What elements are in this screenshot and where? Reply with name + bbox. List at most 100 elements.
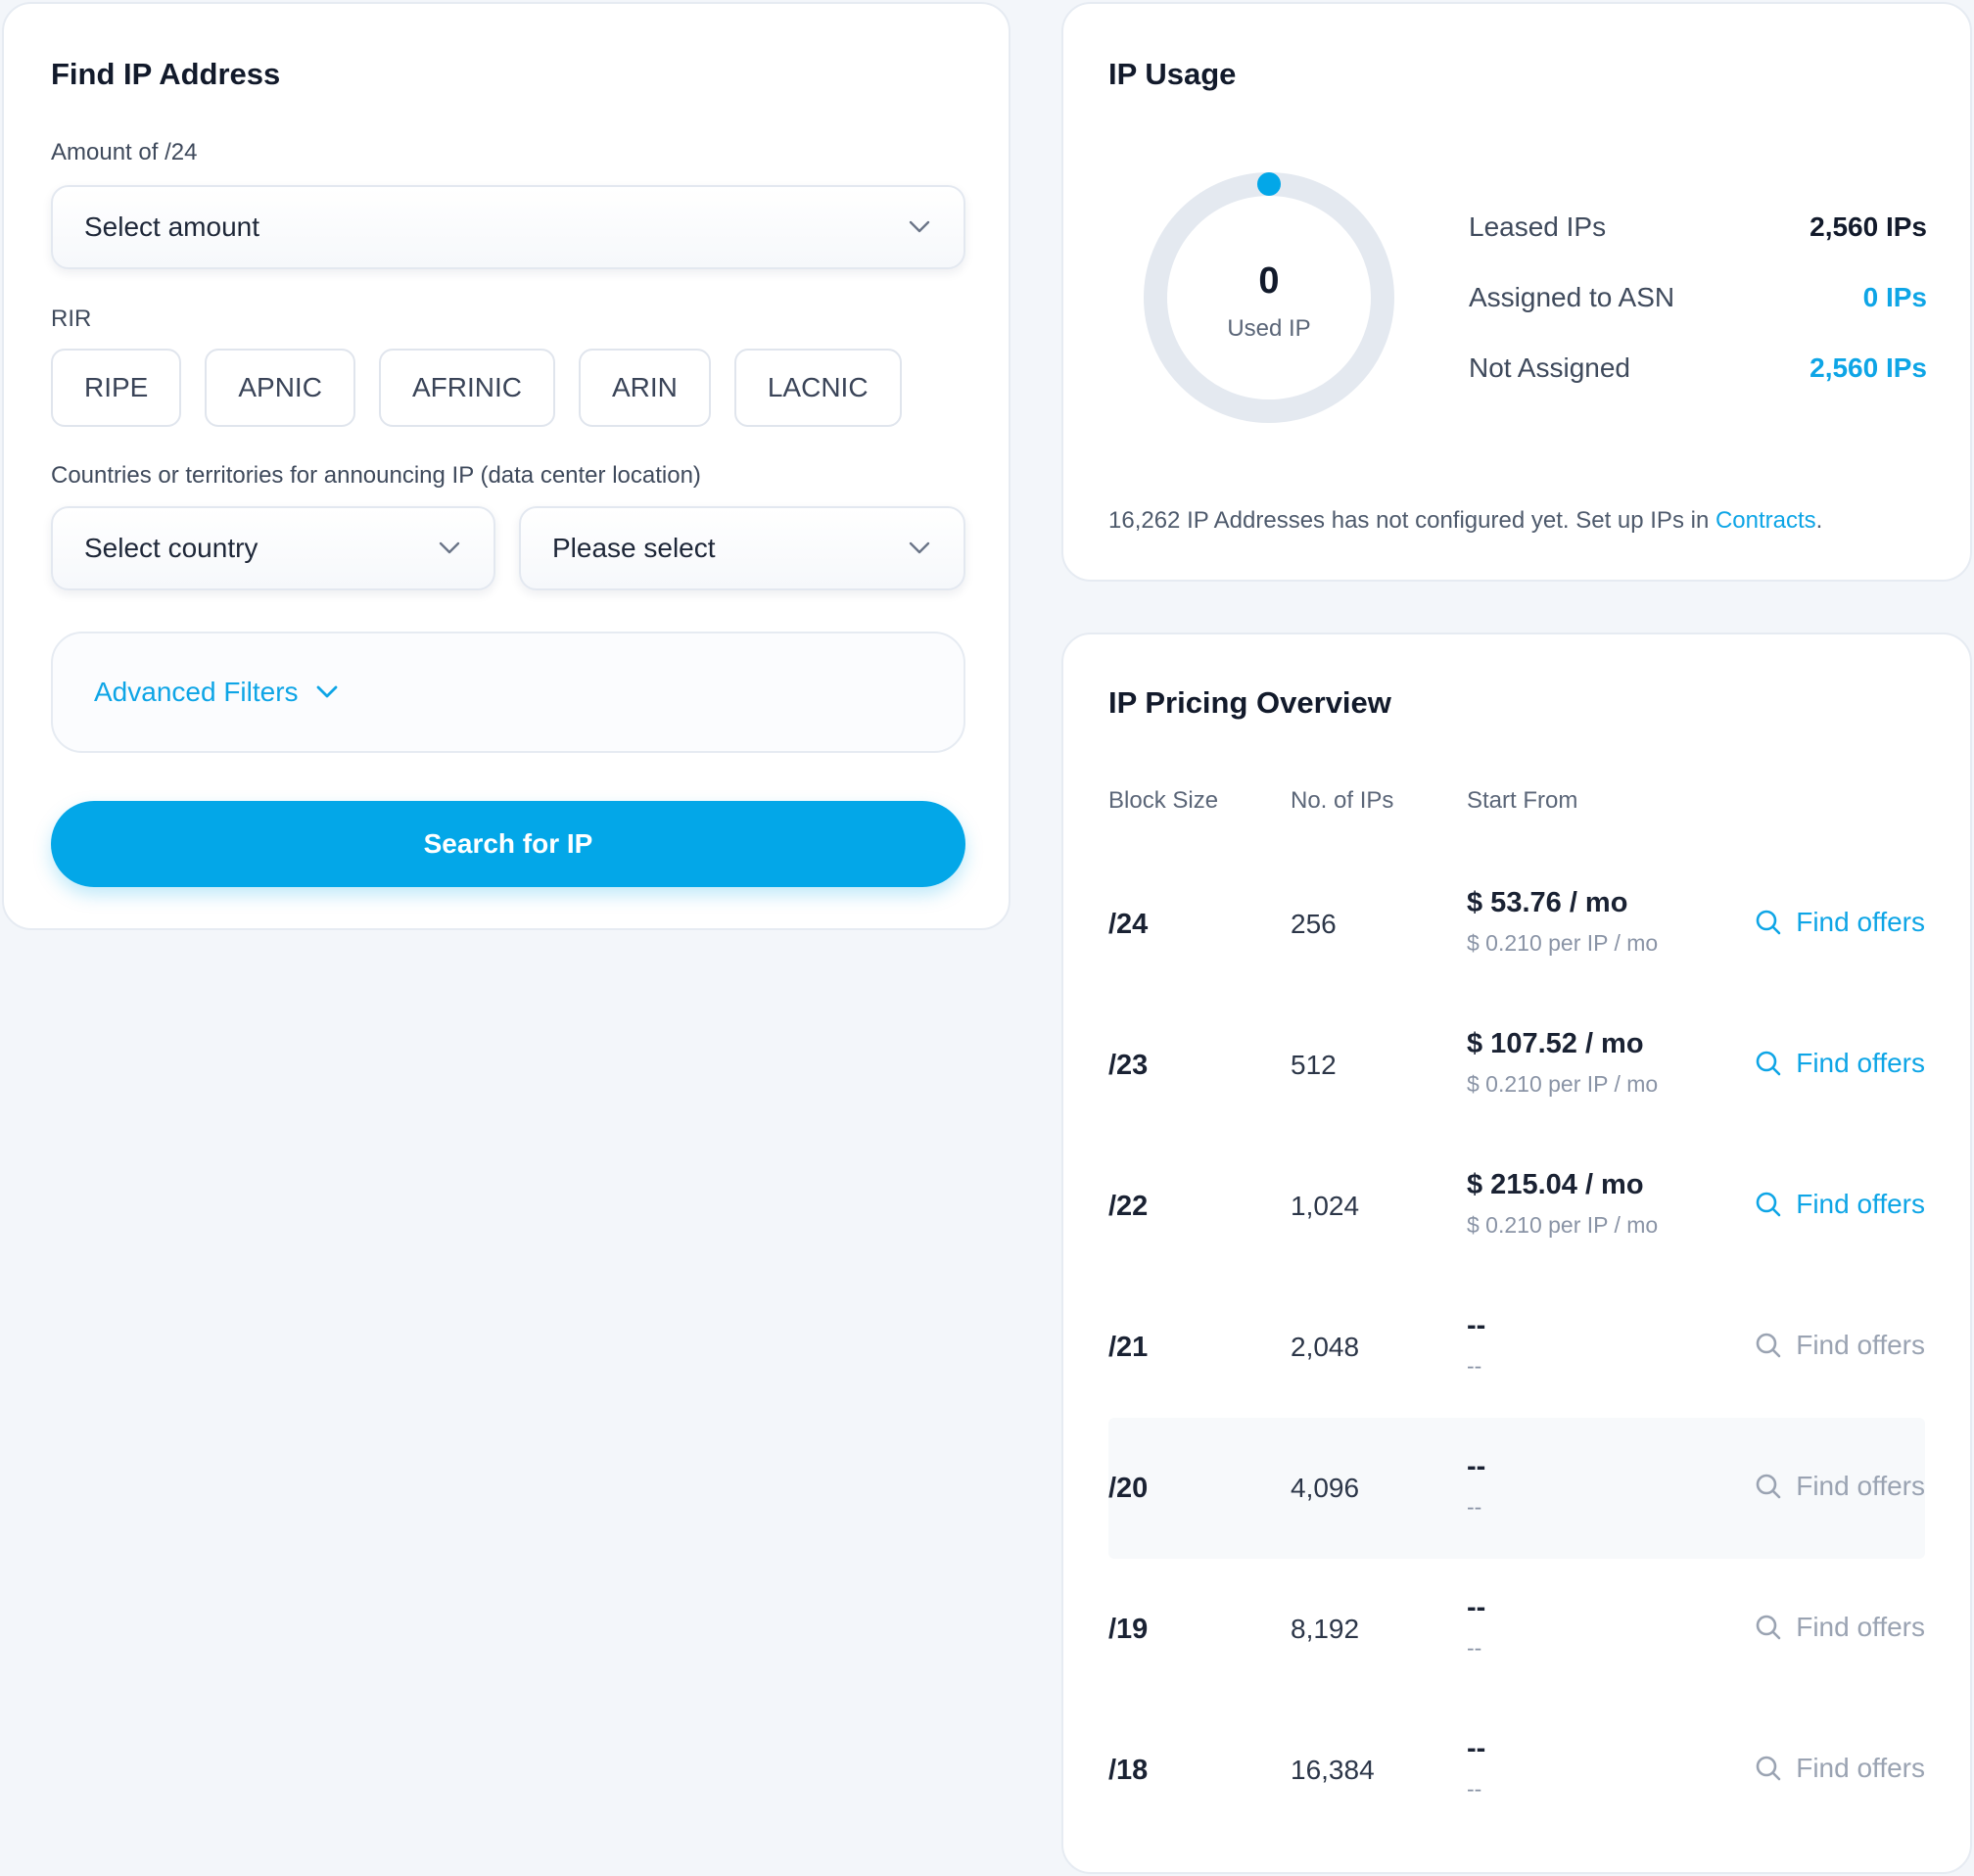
chevron-down-icon [907,536,932,561]
find-offers-link[interactable]: Find offers [1755,907,1925,938]
country-select[interactable]: Select country [51,506,495,590]
block-size: /18 [1108,1755,1149,1786]
table-row: /18 16,384 -- -- Find offers [1108,1700,1925,1841]
advanced-filters-toggle[interactable]: Advanced Filters [51,632,965,753]
search-icon [1755,1473,1782,1500]
amount-label: Amount of /24 [51,139,198,165]
price-per-ip: $ 0.210 per IP / mo [1467,1071,1659,1097]
find-offers-label: Find offers [1796,1048,1925,1078]
find-offers-link[interactable]: Find offers [1755,1330,1925,1361]
table-row: /23 512 $ 107.52 / mo $ 0.210 per IP / mo Fi… [1108,995,1925,1136]
region-select-value: Please select [552,533,716,563]
rir-option-afrinic[interactable]: AFRINIC [378,349,555,427]
stat-label: Not Assigned [1469,352,1630,383]
region-select[interactable]: Please select [519,506,965,590]
countries-label: Countries or territories for announcing … [51,462,701,489]
usage-note-end: . [1815,507,1823,534]
advanced-filters-label: Advanced Filters [94,677,299,707]
search-icon [1755,1191,1782,1218]
country-select-value: Select country [84,533,258,563]
donut-progress-marker [1257,172,1281,196]
find-offers-link[interactable]: Find offers [1755,1048,1925,1079]
search-icon [1755,1332,1782,1359]
chevron-down-icon [437,536,462,561]
used-ip-caption: Used IP [1227,315,1311,342]
start-price: -- [1467,1592,1486,1623]
find-offers-link[interactable]: Find offers [1755,1471,1925,1502]
contracts-link[interactable]: Contracts [1716,507,1816,534]
ip-usage-title: IP Usage [1108,57,1237,91]
table-row: /19 8,192 -- -- Find offers [1108,1559,1925,1700]
start-price: -- [1467,1733,1486,1764]
col-header-no-of-ips: No. of IPs [1291,787,1394,814]
start-price: -- [1467,1310,1486,1341]
start-price: $ 53.76 / mo [1467,887,1628,918]
amount-select-value: Select amount [84,211,259,242]
find-ip-card: Find IP Address Amount of /24 Select amo… [2,2,1010,930]
start-price: -- [1467,1451,1486,1482]
search-icon [1755,1050,1782,1077]
find-offers-label: Find offers [1796,1189,1925,1219]
rir-option-lacnic[interactable]: LACNIC [733,349,902,427]
find-offers-label: Find offers [1796,1330,1925,1360]
block-size: /23 [1108,1050,1149,1081]
ip-count: 2,048 [1291,1332,1360,1362]
find-offers-label: Find offers [1796,1753,1925,1783]
find-offers-link[interactable]: Find offers [1755,1753,1925,1784]
find-ip-title: Find IP Address [51,57,281,91]
find-offers-label: Find offers [1796,1612,1925,1642]
used-ip-count: 0 [1258,260,1280,302]
block-size: /22 [1108,1191,1149,1222]
price-per-ip: -- [1467,1635,1482,1661]
col-header-block-size: Block Size [1108,787,1219,814]
table-row: /22 1,024 $ 215.04 / mo $ 0.210 per IP / mo… [1108,1136,1925,1277]
ip-count: 256 [1291,909,1337,939]
stat-value: 0 IPs [1862,282,1927,312]
chevron-down-icon [316,685,338,699]
price-per-ip: $ 0.210 per IP / mo [1467,1212,1659,1238]
start-price: $ 215.04 / mo [1467,1169,1644,1200]
search-icon [1755,1614,1782,1641]
stat-row-leased: Leased IPs 2,560 IPs [1469,211,1927,243]
rir-option-ripe[interactable]: RIPE [51,349,182,427]
rir-option-apnic[interactable]: APNIC [205,349,355,427]
block-size: /21 [1108,1332,1149,1363]
rir-options: RIPE APNIC AFRINIC ARIN LACNIC [51,349,902,427]
block-size: /24 [1108,909,1149,940]
find-offers-link[interactable]: Find offers [1755,1189,1925,1220]
amount-select[interactable]: Select amount [51,185,965,269]
stat-label: Assigned to ASN [1469,282,1675,312]
table-row: /21 2,048 -- -- Find offers [1108,1277,1925,1418]
find-offers-label: Find offers [1796,907,1925,937]
ip-count: 8,192 [1291,1614,1360,1644]
price-per-ip: -- [1467,1494,1482,1520]
rir-label: RIR [51,305,92,332]
stat-value: 2,560 IPs [1810,211,1927,242]
rir-option-arin[interactable]: ARIN [578,349,711,427]
stat-row-not-assigned: Not Assigned 2,560 IPs [1469,352,1927,384]
search-for-ip-button[interactable]: Search for IP [51,801,965,887]
table-row: /24 256 $ 53.76 / mo $ 0.210 per IP / mo Fin… [1108,854,1925,995]
ip-pricing-card: IP Pricing Overview Block Size No. of IP… [1061,633,1972,1874]
block-size: /20 [1108,1473,1149,1504]
find-offers-label: Find offers [1796,1471,1925,1501]
start-price: $ 107.52 / mo [1467,1028,1644,1059]
block-size: /19 [1108,1614,1149,1645]
stat-value: 2,560 IPs [1810,352,1927,383]
search-icon [1755,909,1782,936]
usage-note: 16,262 IP Addresses has not configured y… [1108,507,1822,535]
ip-count: 512 [1291,1050,1337,1080]
stat-label: Leased IPs [1469,211,1607,242]
price-per-ip: -- [1467,1776,1482,1802]
table-row: /20 4,096 -- -- Find offers [1108,1418,1925,1559]
price-per-ip: $ 0.210 per IP / mo [1467,930,1659,956]
find-offers-link[interactable]: Find offers [1755,1612,1925,1643]
price-per-ip: -- [1467,1353,1482,1379]
search-icon [1755,1755,1782,1782]
col-header-start-from: Start From [1467,787,1578,814]
stat-row-assigned: Assigned to ASN 0 IPs [1469,282,1927,313]
ip-pricing-title: IP Pricing Overview [1108,685,1391,720]
ip-count: 1,024 [1291,1191,1360,1221]
usage-note-text: 16,262 IP Addresses has not configured y… [1108,507,1716,534]
ip-count: 16,384 [1291,1755,1375,1785]
